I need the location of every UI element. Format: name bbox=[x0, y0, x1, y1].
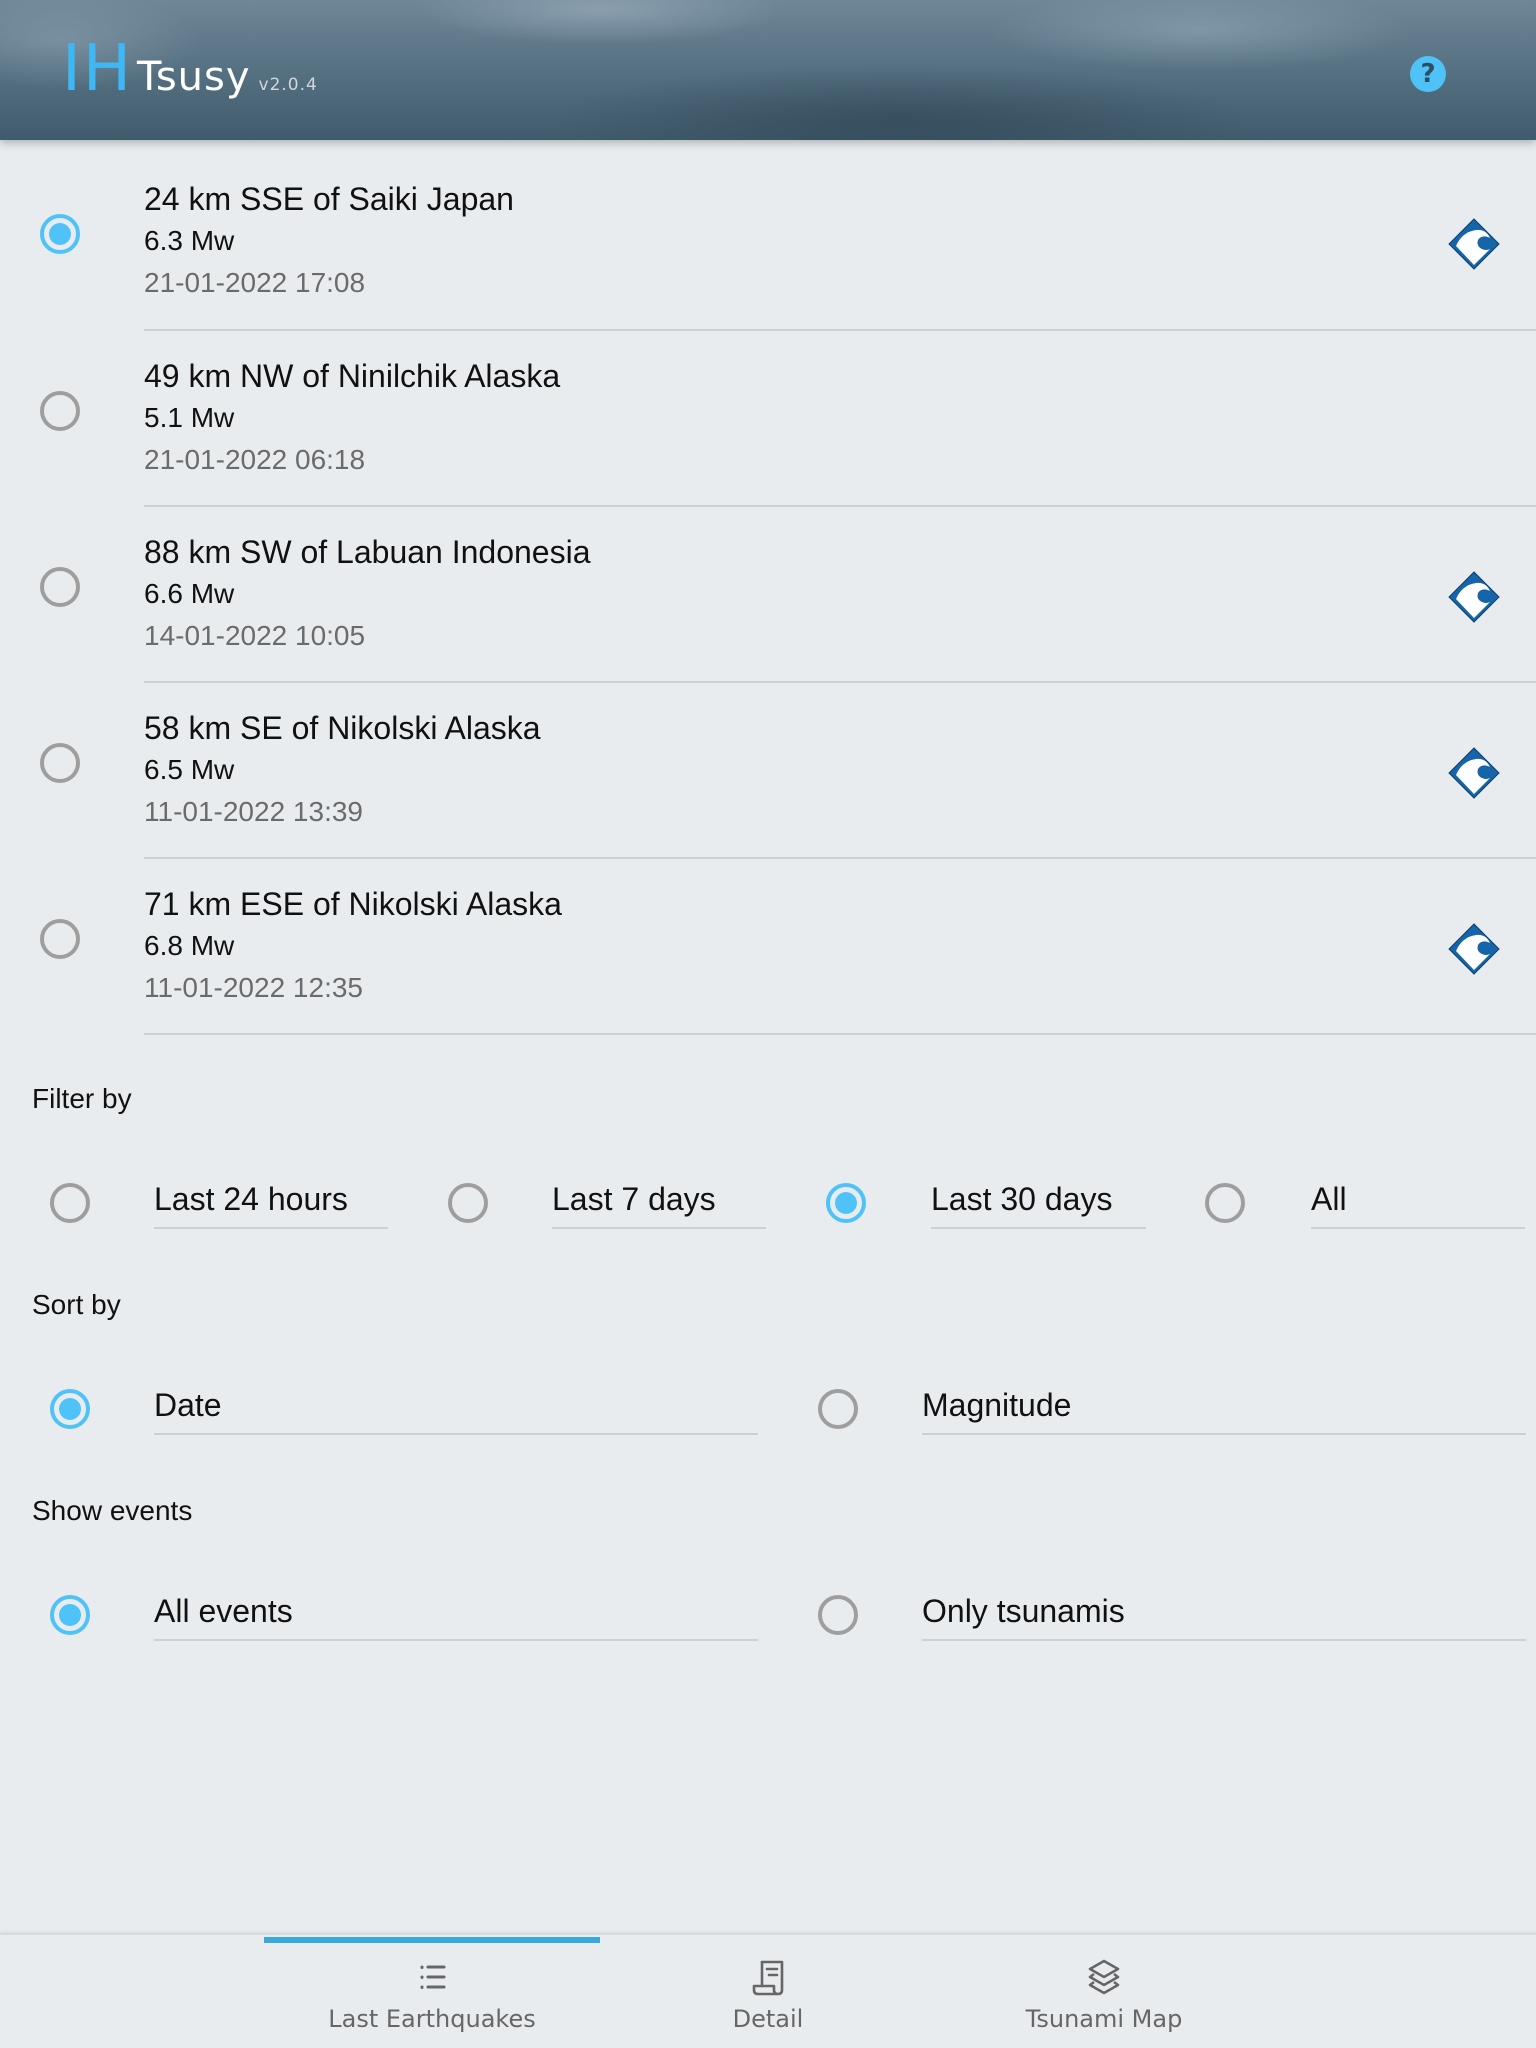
tab-label: Detail bbox=[732, 2005, 804, 2033]
tsunami-icon bbox=[1448, 571, 1500, 623]
filter-radio[interactable] bbox=[1205, 1183, 1245, 1223]
filter-radio[interactable] bbox=[50, 1183, 90, 1223]
filter-option-label: Last 24 hours bbox=[154, 1181, 348, 1217]
app-version: v2.0.4 bbox=[258, 75, 318, 95]
option-underline bbox=[1311, 1227, 1525, 1229]
question-mark-icon: ? bbox=[1420, 59, 1436, 89]
earthquake-magnitude: 5.1 Mw bbox=[144, 402, 235, 433]
earthquake-datetime: 21-01-2022 17:08 bbox=[144, 267, 366, 298]
option-underline bbox=[154, 1433, 758, 1435]
option-underline bbox=[931, 1227, 1146, 1229]
earthquake-row[interactable]: 49 km NW of Ninilchik Alaska 5.1 Mw 21-0… bbox=[0, 331, 1536, 507]
app-name: Tsusy bbox=[137, 54, 251, 100]
show-option-all-events[interactable]: All events bbox=[50, 1585, 760, 1645]
filter-radio[interactable] bbox=[448, 1183, 488, 1223]
app-logo: IH Tsusy v2.0.4 bbox=[62, 34, 318, 104]
list-icon bbox=[420, 1965, 446, 1989]
earthquake-location: 24 km SSE of Saiki Japan bbox=[144, 181, 514, 217]
option-underline bbox=[552, 1227, 766, 1229]
earthquake-list: 24 km SSE of Saiki Japan 6.3 Mw 21-01-20… bbox=[0, 140, 1536, 1035]
bottom-navigation: Last Earthquakes Detail Tsunami Map bbox=[0, 1933, 1536, 2048]
earthquake-datetime: 11-01-2022 12:35 bbox=[144, 972, 363, 1003]
tab-detail[interactable]: Detail bbox=[600, 1935, 936, 2048]
sort-option-label: Magnitude bbox=[922, 1387, 1072, 1423]
filter-option-label: Last 7 days bbox=[552, 1181, 716, 1217]
earthquake-location: 88 km SW of Labuan Indonesia bbox=[144, 534, 591, 570]
earthquake-datetime: 11-01-2022 13:39 bbox=[144, 796, 363, 827]
tab-label: Tsunami Map bbox=[1025, 2005, 1183, 2033]
earthquake-row[interactable]: 58 km SE of Nikolski Alaska 6.5 Mw 11-01… bbox=[0, 683, 1536, 859]
filter-option-label: Last 30 days bbox=[931, 1181, 1113, 1217]
earthquake-location: 49 km NW of Ninilchik Alaska bbox=[144, 358, 561, 394]
earthquake-magnitude: 6.5 Mw bbox=[144, 754, 235, 785]
tsunami-icon bbox=[1448, 218, 1500, 270]
filter-by-label: Filter by bbox=[32, 1083, 132, 1114]
earthquake-datetime: 21-01-2022 06:18 bbox=[144, 444, 366, 475]
earthquake-row[interactable]: 71 km ESE of Nikolski Alaska 6.8 Mw 11-0… bbox=[0, 859, 1536, 1035]
earthquake-select-radio[interactable] bbox=[40, 919, 80, 959]
tab-last-earthquakes[interactable]: Last Earthquakes bbox=[264, 1935, 600, 2048]
option-underline bbox=[154, 1227, 388, 1229]
earthquake-select-radio[interactable] bbox=[40, 391, 80, 431]
show-option-only-tsunamis[interactable]: Only tsunamis bbox=[818, 1585, 1528, 1645]
show-events-radio[interactable] bbox=[818, 1595, 858, 1635]
earthquake-select-radio[interactable] bbox=[40, 567, 80, 607]
show-events-label: Show events bbox=[32, 1495, 193, 1526]
scroll-icon bbox=[752, 1960, 784, 1996]
filter-option-all[interactable]: All bbox=[1205, 1173, 1525, 1233]
sort-option-magnitude[interactable]: Magnitude bbox=[818, 1379, 1528, 1439]
tab-label: Last Earthquakes bbox=[328, 2005, 536, 2033]
option-underline bbox=[922, 1433, 1526, 1435]
show-option-label: Only tsunamis bbox=[922, 1593, 1125, 1629]
logo-mark: IH bbox=[62, 32, 133, 106]
layers-icon bbox=[1088, 1959, 1120, 1995]
tsunami-icon bbox=[1448, 747, 1500, 799]
filter-radio[interactable] bbox=[826, 1183, 866, 1223]
earthquake-select-radio[interactable] bbox=[40, 214, 80, 254]
filter-option-label: All bbox=[1311, 1181, 1347, 1217]
show-events-radio[interactable] bbox=[50, 1595, 90, 1635]
help-button[interactable]: ? bbox=[1410, 56, 1446, 92]
tsunami-icon bbox=[1448, 923, 1500, 975]
sort-radio[interactable] bbox=[50, 1389, 90, 1429]
sort-by-label: Sort by bbox=[32, 1289, 121, 1320]
sort-option-date[interactable]: Date bbox=[50, 1379, 760, 1439]
earthquake-magnitude: 6.3 Mw bbox=[144, 225, 235, 256]
earthquake-row[interactable]: 88 km SW of Labuan Indonesia 6.6 Mw 14-0… bbox=[0, 507, 1536, 683]
filter-option-last-7-days[interactable]: Last 7 days bbox=[448, 1173, 768, 1233]
earthquake-magnitude: 6.8 Mw bbox=[144, 930, 235, 961]
app-header: IH Tsusy v2.0.4 ? bbox=[0, 0, 1536, 140]
sort-radio[interactable] bbox=[818, 1389, 858, 1429]
row-divider bbox=[144, 1033, 1536, 1035]
tab-tsunami-map[interactable]: Tsunami Map bbox=[936, 1935, 1272, 2048]
earthquake-magnitude: 6.6 Mw bbox=[144, 578, 235, 609]
earthquake-datetime: 14-01-2022 10:05 bbox=[144, 620, 366, 651]
sort-option-label: Date bbox=[154, 1387, 222, 1423]
earthquake-location: 58 km SE of Nikolski Alaska bbox=[144, 710, 541, 746]
filter-option-last-24-hours[interactable]: Last 24 hours bbox=[50, 1173, 390, 1233]
earthquake-select-radio[interactable] bbox=[40, 743, 80, 783]
option-underline bbox=[922, 1639, 1526, 1641]
active-tab-indicator bbox=[264, 1937, 600, 1943]
option-underline bbox=[154, 1639, 758, 1641]
earthquake-row[interactable]: 24 km SSE of Saiki Japan 6.3 Mw 21-01-20… bbox=[0, 140, 1536, 331]
filter-option-last-30-days[interactable]: Last 30 days bbox=[826, 1173, 1146, 1233]
show-option-label: All events bbox=[154, 1593, 293, 1629]
earthquake-location: 71 km ESE of Nikolski Alaska bbox=[144, 886, 562, 922]
